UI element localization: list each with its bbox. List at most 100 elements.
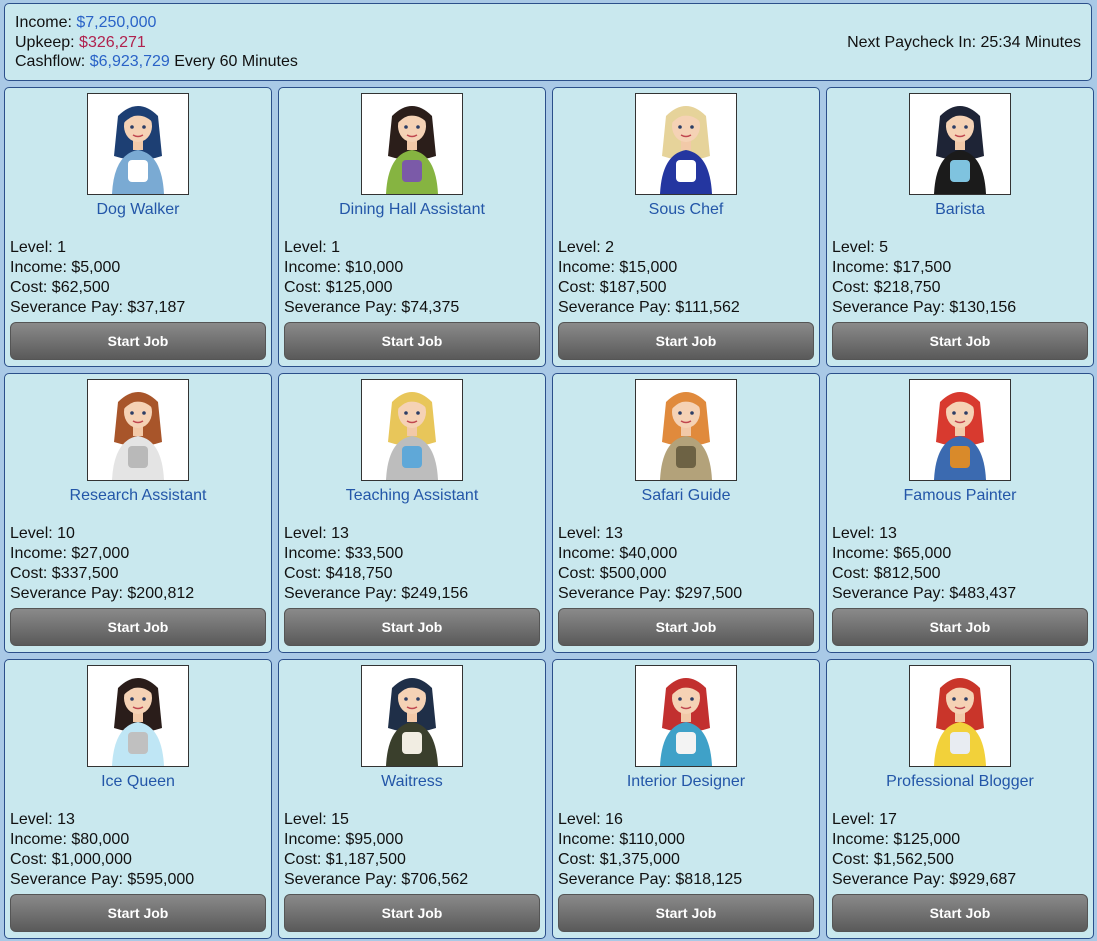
job-title[interactable]: Safari Guide [553, 487, 819, 505]
level-label: Level: [10, 811, 53, 828]
job-cost: Cost: $1,562,500 [832, 850, 1016, 870]
start-job-button[interactable]: Start Job [832, 608, 1088, 646]
start-job-button[interactable]: Start Job [10, 322, 266, 360]
start-job-button[interactable]: Start Job [558, 322, 814, 360]
job-title[interactable]: Ice Queen [5, 773, 271, 791]
job-title[interactable]: Dining Hall Assistant [279, 201, 545, 219]
job-title[interactable]: Interior Designer [553, 773, 819, 791]
income-label: Income: [10, 831, 67, 848]
start-job-button[interactable]: Start Job [10, 894, 266, 932]
job-portrait-image[interactable] [909, 93, 1011, 195]
job-portrait-image[interactable] [635, 665, 737, 767]
income-value: $95,000 [345, 831, 404, 848]
character-portrait-icon [910, 666, 1010, 766]
cost-label: Cost: [284, 851, 322, 868]
start-job-button[interactable]: Start Job [284, 322, 540, 360]
job-title[interactable]: Teaching Assistant [279, 487, 545, 505]
level-label: Level: [558, 239, 601, 256]
job-portrait-image[interactable] [87, 379, 189, 481]
job-card: Famous Painter Level: 13 Income: $65,000… [826, 373, 1094, 653]
start-job-button[interactable]: Start Job [832, 322, 1088, 360]
cost-value: $812,500 [873, 565, 941, 582]
severance-label: Severance Pay: [284, 585, 397, 602]
start-job-button[interactable]: Start Job [558, 894, 814, 932]
income-value: $10,000 [345, 259, 404, 276]
severance-label: Severance Pay: [284, 871, 397, 888]
income-label: Income: [832, 545, 889, 562]
job-income: Income: $27,000 [10, 544, 194, 564]
income-value: $17,500 [893, 259, 952, 276]
severance-value: $37,187 [127, 299, 186, 316]
income-label: Income: [10, 545, 67, 562]
severance-label: Severance Pay: [558, 871, 671, 888]
job-portrait-image[interactable] [635, 93, 737, 195]
start-job-button[interactable]: Start Job [284, 894, 540, 932]
job-stats: Level: 1 Income: $10,000 Cost: $125,000 … [284, 238, 459, 318]
job-title[interactable]: Waitress [279, 773, 545, 791]
cost-value: $1,562,500 [873, 851, 954, 868]
job-portrait-image[interactable] [361, 379, 463, 481]
income-label: Income: [832, 259, 889, 276]
job-severance: Severance Pay: $929,687 [832, 870, 1016, 890]
cost-value: $187,500 [599, 279, 667, 296]
income-value: $110,000 [619, 831, 685, 848]
job-title[interactable]: Dog Walker [5, 201, 271, 219]
next-paycheck-timer: Next Paycheck In: 25:34 Minutes [847, 34, 1081, 51]
job-portrait-image[interactable] [87, 665, 189, 767]
level-value: 10 [57, 525, 75, 542]
job-stats: Level: 13 Income: $33,500 Cost: $418,750… [284, 524, 468, 604]
job-title[interactable]: Research Assistant [5, 487, 271, 505]
character-portrait-icon [88, 380, 188, 480]
job-cost: Cost: $187,500 [558, 278, 740, 298]
cost-value: $1,000,000 [51, 851, 132, 868]
severance-label: Severance Pay: [832, 299, 945, 316]
job-level: Level: 15 [284, 810, 468, 830]
income-value: $33,500 [345, 545, 404, 562]
start-job-button[interactable]: Start Job [558, 608, 814, 646]
cost-value: $500,000 [599, 565, 667, 582]
severance-value: $297,500 [675, 585, 743, 602]
job-title[interactable]: Barista [827, 201, 1093, 219]
job-income: Income: $17,500 [832, 258, 1016, 278]
job-portrait-image[interactable] [909, 379, 1011, 481]
level-label: Level: [832, 239, 875, 256]
character-portrait-icon [636, 94, 736, 194]
cost-label: Cost: [284, 565, 322, 582]
severance-value: $200,812 [127, 585, 195, 602]
job-stats: Level: 15 Income: $95,000 Cost: $1,187,5… [284, 810, 468, 890]
start-job-button[interactable]: Start Job [10, 608, 266, 646]
job-level: Level: 13 [832, 524, 1016, 544]
job-stats: Level: 13 Income: $65,000 Cost: $812,500… [832, 524, 1016, 604]
job-level: Level: 1 [10, 238, 185, 258]
job-title[interactable]: Sous Chef [553, 201, 819, 219]
severance-label: Severance Pay: [558, 299, 671, 316]
job-card: Ice Queen Level: 13 Income: $80,000 Cost… [4, 659, 272, 939]
job-severance: Severance Pay: $37,187 [10, 298, 185, 318]
job-portrait-image[interactable] [635, 379, 737, 481]
cost-value: $62,500 [51, 279, 110, 296]
severance-label: Severance Pay: [832, 585, 945, 602]
job-cost: Cost: $62,500 [10, 278, 185, 298]
income-row: Income: $7,250,000 [15, 13, 1081, 33]
start-job-button[interactable]: Start Job [284, 608, 540, 646]
job-severance: Severance Pay: $483,437 [832, 584, 1016, 604]
job-portrait-image[interactable] [361, 665, 463, 767]
job-card: Safari Guide Level: 13 Income: $40,000 C… [552, 373, 820, 653]
start-job-button[interactable]: Start Job [832, 894, 1088, 932]
job-grid: Dog Walker Level: 1 Income: $5,000 Cost:… [4, 87, 1094, 939]
job-cost: Cost: $500,000 [558, 564, 742, 584]
job-portrait-image[interactable] [361, 93, 463, 195]
job-cost: Cost: $1,375,000 [558, 850, 742, 870]
job-title[interactable]: Professional Blogger [827, 773, 1093, 791]
job-portrait-image[interactable] [909, 665, 1011, 767]
character-portrait-icon [636, 380, 736, 480]
severance-value: $929,687 [949, 871, 1017, 888]
level-value: 13 [331, 525, 349, 542]
income-value: $40,000 [619, 545, 678, 562]
cost-label: Cost: [10, 565, 48, 582]
level-label: Level: [558, 811, 601, 828]
job-income: Income: $110,000 [558, 830, 742, 850]
level-label: Level: [558, 525, 601, 542]
job-title[interactable]: Famous Painter [827, 487, 1093, 505]
job-portrait-image[interactable] [87, 93, 189, 195]
